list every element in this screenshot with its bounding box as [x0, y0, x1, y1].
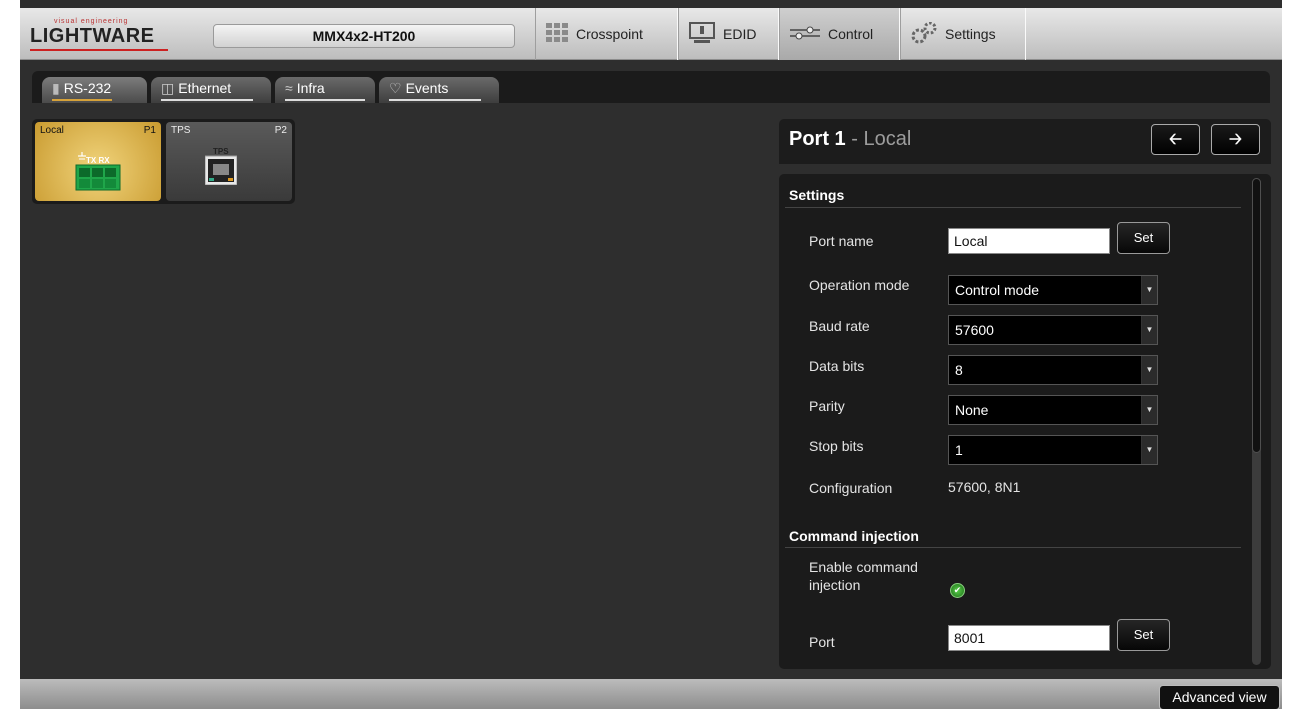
enable-command-injection-checkbox[interactable]: ✔	[950, 583, 965, 598]
tab-ethernet[interactable]: ◫ Ethernet	[151, 77, 271, 103]
port-label: Local	[40, 125, 64, 136]
panel-header: Port 1 - Local 🡠 🡢	[779, 119, 1271, 164]
port-tile-local[interactable]: Local P1 TX RX	[35, 122, 161, 201]
select-value: 8	[955, 362, 963, 378]
tab-infra[interactable]: ≈ Infra	[275, 77, 375, 103]
top-bar: visual engineering LIGHTWARE MMX4x2-HT20…	[20, 8, 1282, 60]
logo-text: LIGHTWARE	[30, 25, 155, 47]
divider	[785, 207, 1241, 208]
wifi-icon: ≈	[285, 80, 293, 96]
grid-icon	[546, 22, 568, 46]
ethernet-icon: ◫	[161, 80, 175, 96]
divider	[785, 547, 1241, 548]
port-detail-panel: Port 1 - Local 🡠 🡢 Settings Port name Se…	[779, 119, 1271, 669]
device-name: MMX4x2-HT200	[213, 24, 515, 48]
nav-tab-crosspoint[interactable]: Crosspoint	[535, 8, 678, 60]
injection-port-label: Port	[809, 634, 835, 650]
nav-tab-settings[interactable]: Settings	[900, 8, 1026, 60]
operation-mode-select[interactable]: Control mode ▼	[948, 275, 1158, 305]
chevron-down-icon: ▼	[1141, 356, 1157, 384]
stop-bits-select[interactable]: 1 ▼	[948, 435, 1158, 465]
panel-body: Settings Port name Set Operation mode Co…	[779, 174, 1271, 669]
chevron-down-icon: ▼	[1141, 436, 1157, 464]
label-line: Enable command	[809, 559, 918, 575]
port-number: P1	[143, 125, 156, 136]
prev-port-button[interactable]: 🡠	[1151, 124, 1200, 155]
scrollbar-thumb[interactable]	[1252, 178, 1261, 453]
chevron-down-icon: ▼	[1141, 276, 1157, 304]
stop-bits-label: Stop bits	[809, 438, 864, 454]
parity-select[interactable]: None ▼	[948, 395, 1158, 425]
baud-rate-label: Baud rate	[809, 318, 870, 334]
port-title: Port 1	[789, 128, 846, 150]
select-value: 57600	[955, 322, 994, 338]
tab-events[interactable]: ♡ Events	[379, 77, 499, 103]
arrow-left-icon: 🡠	[1169, 131, 1182, 148]
enable-command-injection-label: Enable command injection	[809, 558, 918, 594]
port-name-label: Port name	[809, 233, 874, 249]
tab-label: Events	[405, 80, 449, 96]
next-port-button[interactable]: 🡢	[1211, 124, 1260, 155]
tab-label: RS-232	[63, 80, 112, 96]
rj45-connector-icon: TPS	[205, 147, 237, 185]
nav-tab-label: Crosspoint	[576, 26, 643, 42]
tab-underline	[161, 99, 253, 101]
parity-label: Parity	[809, 398, 845, 414]
port-subtitle: Local	[863, 128, 912, 150]
nav-tab-label: EDID	[723, 26, 757, 42]
logo-underline	[30, 49, 168, 51]
tab-label: Ethernet	[178, 80, 232, 96]
lightware-logo: visual engineering LIGHTWARE	[30, 18, 180, 51]
serial-icon: ▮	[52, 80, 60, 96]
port-name-set-button[interactable]: Set	[1117, 222, 1170, 254]
tab-underline	[52, 99, 112, 101]
bottom-bar: Advanced view	[20, 679, 1282, 709]
phoenix-connector-icon: TX RX	[72, 148, 124, 192]
settings-section-title: Settings	[789, 187, 845, 203]
port-name-input[interactable]	[948, 228, 1110, 254]
arrow-right-icon: 🡢	[1229, 131, 1242, 148]
port-number: P2	[274, 125, 287, 136]
nav-tab-control[interactable]: Control	[779, 8, 900, 60]
data-bits-select[interactable]: 8 ▼	[948, 355, 1158, 385]
chevron-down-icon: ▼	[1141, 396, 1157, 424]
advanced-view-button[interactable]: Advanced view	[1159, 685, 1280, 709]
tab-rs232[interactable]: ▮ RS-232	[42, 77, 147, 103]
events-icon: ♡	[389, 80, 402, 96]
nav-tab-label: Control	[828, 26, 874, 42]
select-value: Control mode	[955, 282, 1040, 298]
monitor-icon	[689, 21, 715, 47]
nav-tab-edid[interactable]: EDID	[678, 8, 779, 60]
injection-port-input[interactable]	[948, 625, 1110, 651]
checkmark-icon: ✔	[953, 585, 962, 595]
title-separator: -	[845, 128, 864, 150]
baud-rate-select[interactable]: 57600 ▼	[948, 315, 1158, 345]
tab-underline	[389, 99, 481, 101]
sub-tab-bar: ▮ RS-232 ◫ Ethernet ≈ Infra ♡ Events	[32, 71, 1270, 103]
nav-tab-label: Settings	[945, 26, 996, 42]
command-injection-section-title: Command injection	[789, 528, 919, 544]
port-list: Local P1 TX RX TPS P2 TPS	[32, 119, 295, 204]
label-line: injection	[809, 577, 861, 593]
panel-scrollbar[interactable]	[1252, 178, 1261, 665]
gear-icon	[911, 21, 937, 47]
configuration-label: Configuration	[809, 480, 893, 496]
port-label: TPS	[171, 125, 191, 136]
slider-icon	[790, 26, 820, 43]
select-value: 1	[955, 442, 963, 458]
page-title: Port 1 - Local	[789, 128, 911, 151]
operation-mode-label: Operation mode	[809, 277, 910, 293]
chevron-down-icon: ▼	[1141, 316, 1157, 344]
logo-tagline: visual engineering	[54, 18, 129, 25]
data-bits-label: Data bits	[809, 358, 865, 374]
app-window: visual engineering LIGHTWARE MMX4x2-HT20…	[20, 0, 1282, 709]
configuration-value: 57600, 8N1	[948, 479, 1021, 495]
tab-label: Infra	[296, 80, 325, 96]
tab-underline	[285, 99, 365, 101]
port-tile-tps[interactable]: TPS P2 TPS	[166, 122, 292, 201]
select-value: None	[955, 402, 989, 418]
injection-port-set-button[interactable]: Set	[1117, 619, 1170, 651]
